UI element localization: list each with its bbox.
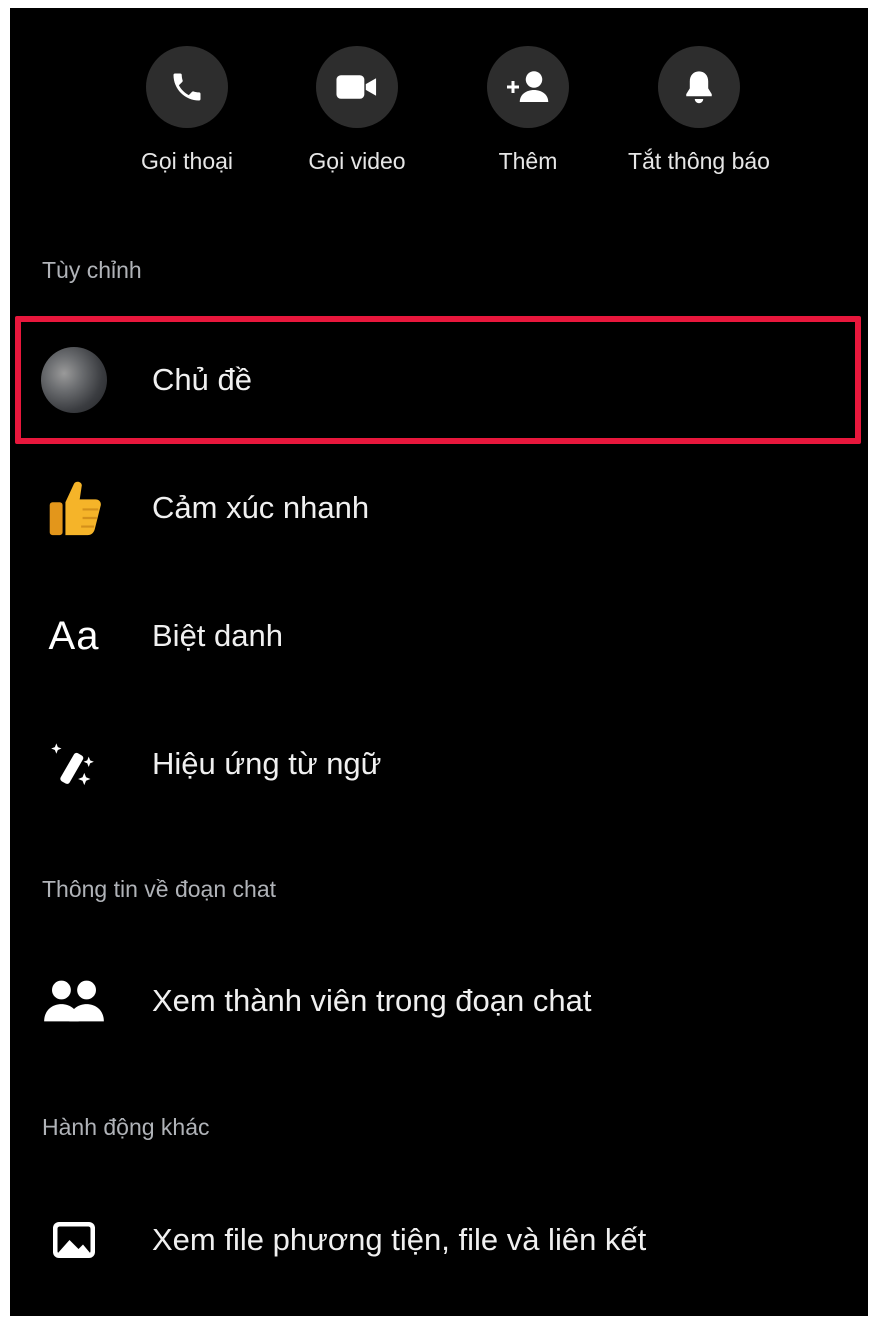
video-camera-icon — [316, 46, 398, 128]
theme-avatar-icon — [40, 346, 108, 414]
section-customize: Tùy chỉnh — [42, 257, 142, 283]
members-row[interactable]: Xem thành viên trong đoạn chat — [10, 937, 868, 1065]
quick-reaction-row[interactable]: Cảm xúc nhanh — [10, 444, 868, 572]
mute-notifications-button[interactable]: Tắt thông báo — [614, 46, 784, 175]
video-call-label: Gọi video — [308, 148, 406, 174]
word-effects-row[interactable]: Hiệu ứng từ ngữ — [10, 700, 868, 828]
media-files-row[interactable]: Xem file phương tiện, file và liên kết — [10, 1176, 868, 1304]
video-call-button[interactable]: Gọi video — [272, 46, 442, 175]
quick-reaction-label: Cảm xúc nhanh — [152, 490, 370, 525]
nicknames-label: Biệt danh — [152, 618, 283, 653]
section-other-actions: Hành động khác — [42, 1114, 210, 1140]
add-people-button[interactable]: Thêm — [443, 46, 613, 175]
theme-label: Chủ đề — [152, 362, 252, 397]
mute-notifications-label: Tắt thông báo — [628, 148, 770, 174]
voice-call-label: Gọi thoại — [140, 148, 234, 174]
action-bar: Gọi thoại Gọi video Thêm Tắt thông báo — [10, 46, 868, 186]
phone-icon — [146, 46, 228, 128]
word-effects-label: Hiệu ứng từ ngữ — [152, 746, 382, 781]
thumbs-up-icon — [40, 474, 108, 542]
theme-row[interactable]: Chủ đề — [10, 316, 868, 444]
bell-icon — [658, 46, 740, 128]
nicknames-row[interactable]: Aa Biệt danh — [10, 572, 868, 700]
section-chat-info: Thông tin về đoạn chat — [42, 876, 276, 902]
add-people-label: Thêm — [498, 148, 558, 174]
text-aa-icon: Aa — [40, 602, 108, 670]
people-icon — [40, 967, 108, 1035]
chat-settings-screen: Gọi thoại Gọi video Thêm Tắt thông báo T… — [10, 8, 868, 1316]
members-label: Xem thành viên trong đoạn chat — [152, 983, 592, 1018]
magic-wand-icon — [40, 730, 108, 798]
image-icon — [40, 1206, 108, 1274]
add-person-icon — [487, 46, 569, 128]
voice-call-button[interactable]: Gọi thoại — [102, 46, 272, 175]
media-files-label: Xem file phương tiện, file và liên kết — [152, 1222, 647, 1257]
aa-glyph: Aa — [48, 613, 100, 658]
